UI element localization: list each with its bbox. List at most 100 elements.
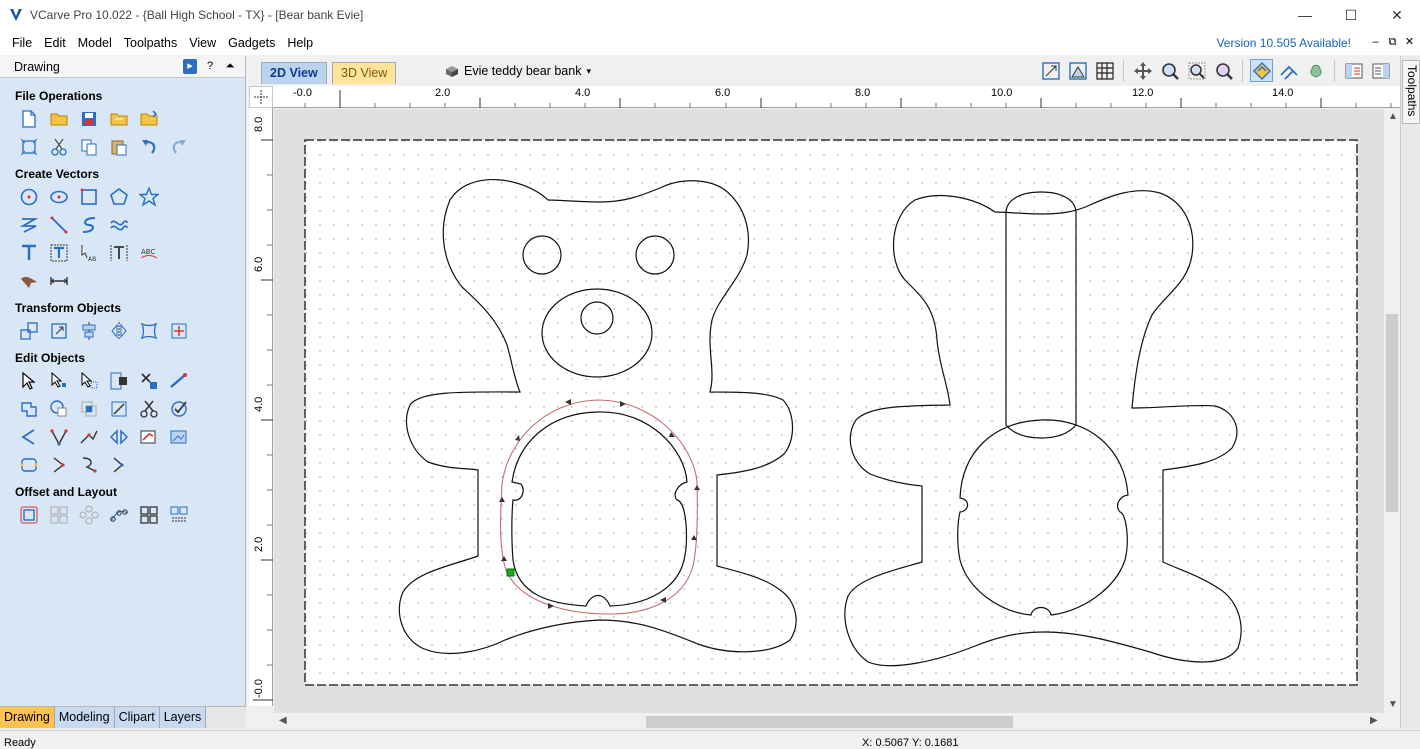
dimensions-icon[interactable]	[47, 269, 71, 293]
distort-object-icon[interactable]	[137, 319, 161, 343]
import-bitmap-icon[interactable]	[17, 269, 41, 293]
menu-file[interactable]: File	[0, 36, 38, 50]
select-tool-icon[interactable]	[17, 369, 41, 393]
offset-vector-icon[interactable]	[17, 503, 41, 527]
grid-toggle-icon[interactable]	[1093, 59, 1116, 82]
draw-text-icon[interactable]	[17, 241, 41, 265]
scroll-down-icon[interactable]: ▼	[1388, 699, 1398, 710]
menu-edit[interactable]: Edit	[38, 36, 72, 50]
vector-drawing[interactable]	[274, 109, 1384, 713]
mdi-minimize-icon[interactable]: –	[1369, 36, 1382, 49]
bitmap-tools-icon[interactable]	[167, 425, 191, 449]
node-edit-icon[interactable]	[47, 369, 71, 393]
move-object-icon[interactable]	[17, 319, 41, 343]
tab-modeling[interactable]: Modeling	[54, 707, 115, 728]
save-file-icon[interactable]	[77, 107, 101, 131]
interactive-trim-icon[interactable]	[107, 369, 131, 393]
extend-vector-icon[interactable]	[77, 425, 101, 449]
toolpaths-tab[interactable]: Toolpaths	[1402, 60, 1420, 124]
nesting-icon[interactable]	[137, 503, 161, 527]
show-model-icon[interactable]	[1304, 59, 1327, 82]
new-file-icon[interactable]	[17, 107, 41, 131]
job-setup-icon[interactable]	[17, 135, 41, 159]
paste-icon[interactable]	[107, 135, 131, 159]
copy-icon[interactable]	[77, 135, 101, 159]
zoom-extents-icon[interactable]	[1039, 59, 1062, 82]
zoom-icon[interactable]	[1158, 59, 1181, 82]
document-selector[interactable]: Evie teddy bear bank ▾	[445, 61, 591, 81]
circular-copy-icon[interactable]	[77, 503, 101, 527]
pin-icon[interactable]: ⏶	[223, 59, 237, 74]
weld-vectors-icon[interactable]	[17, 397, 41, 421]
menu-toolpaths[interactable]: Toolpaths	[118, 36, 184, 50]
validate-vectors-icon[interactable]	[167, 397, 191, 421]
draw-line-icon[interactable]	[47, 213, 71, 237]
smooth-vectors-icon[interactable]	[107, 397, 131, 421]
intersect-vectors-icon[interactable]	[77, 397, 101, 421]
scissors-icon[interactable]	[137, 397, 161, 421]
horizontal-scroll-thumb[interactable]	[646, 716, 1013, 728]
draw-ellipse-icon[interactable]	[47, 185, 71, 209]
mirror-object-icon[interactable]	[107, 319, 131, 343]
layout-panel-icon[interactable]	[1342, 59, 1365, 82]
scroll-right-icon[interactable]: ▶	[1370, 715, 1378, 726]
mdi-close-icon[interactable]: ✕	[1403, 36, 1416, 49]
subtract-vectors-icon[interactable]	[47, 397, 71, 421]
start-point-marker[interactable]	[506, 568, 515, 577]
show-toolpaths-icon[interactable]	[1277, 59, 1300, 82]
trace-bitmap-icon[interactable]	[137, 425, 161, 449]
menu-help[interactable]: Help	[281, 36, 319, 50]
redo-icon[interactable]	[167, 135, 191, 159]
close-vector-icon[interactable]	[17, 453, 41, 477]
set-size-icon[interactable]	[47, 319, 71, 343]
zoom-box-icon[interactable]	[1185, 59, 1208, 82]
chamfer-icon[interactable]	[47, 425, 71, 449]
toolpath-panel-icon[interactable]	[1369, 59, 1392, 82]
transform-select-icon[interactable]	[77, 369, 101, 393]
draw-polygon-icon[interactable]	[107, 185, 131, 209]
pan-icon[interactable]	[1131, 59, 1154, 82]
measure-tool-icon[interactable]	[167, 369, 191, 393]
menu-gadgets[interactable]: Gadgets	[222, 36, 281, 50]
auto-layout-text-icon[interactable]	[47, 241, 71, 265]
close-button[interactable]: ✕	[1374, 0, 1420, 30]
scroll-left-icon[interactable]: ◀	[279, 715, 287, 726]
tab-clipart[interactable]: Clipart	[114, 707, 160, 728]
vertical-scroll-thumb[interactable]	[1386, 314, 1398, 512]
undo-icon[interactable]	[137, 135, 161, 159]
menu-model[interactable]: Model	[72, 36, 118, 50]
cut-icon[interactable]	[47, 135, 71, 159]
fillet-icon[interactable]	[17, 425, 41, 449]
ruler-origin-button[interactable]	[249, 86, 273, 108]
copy-along-vector-icon[interactable]	[107, 503, 131, 527]
draw-rectangle-icon[interactable]	[77, 185, 101, 209]
text-on-curve-icon[interactable]: AB	[77, 241, 101, 265]
draw-star-icon[interactable]	[137, 185, 161, 209]
draw-polyline-icon[interactable]	[17, 213, 41, 237]
tab-3d-view[interactable]: 3D View	[332, 62, 397, 84]
help-icon[interactable]: ?	[203, 59, 217, 74]
draw-curve-icon[interactable]	[77, 213, 101, 237]
minimize-button[interactable]: —	[1282, 0, 1328, 30]
menu-view[interactable]: View	[183, 36, 222, 50]
tab-layers[interactable]: Layers	[159, 707, 207, 728]
zoom-selection-icon[interactable]	[1212, 59, 1235, 82]
open-template-icon[interactable]	[107, 107, 131, 131]
snap-options-icon[interactable]	[1250, 59, 1273, 82]
maximize-button[interactable]: ☐	[1328, 0, 1374, 30]
auto-nest-icon[interactable]	[167, 503, 191, 527]
offset-curve-icon[interactable]	[77, 453, 101, 477]
join-vectors-icon[interactable]	[107, 425, 131, 449]
curve-fit-icon[interactable]	[47, 453, 71, 477]
open-file-icon[interactable]	[47, 107, 71, 131]
panel-collapse-icon[interactable]: ▸	[183, 59, 197, 74]
scroll-up-icon[interactable]: ▲	[1388, 111, 1398, 122]
tab-2d-view[interactable]: 2D View	[261, 62, 327, 84]
version-available-link[interactable]: Version 10.505 Available!	[1216, 36, 1351, 50]
draw-spiral-icon[interactable]	[107, 213, 131, 237]
text-arc-icon[interactable]	[107, 241, 131, 265]
horizontal-scrollbar[interactable]: ◀ ▶	[274, 713, 1384, 730]
import-file-icon[interactable]	[137, 107, 161, 131]
vertical-scrollbar[interactable]: ▲ ▼	[1384, 109, 1400, 713]
zoom-material-icon[interactable]	[1066, 59, 1089, 82]
